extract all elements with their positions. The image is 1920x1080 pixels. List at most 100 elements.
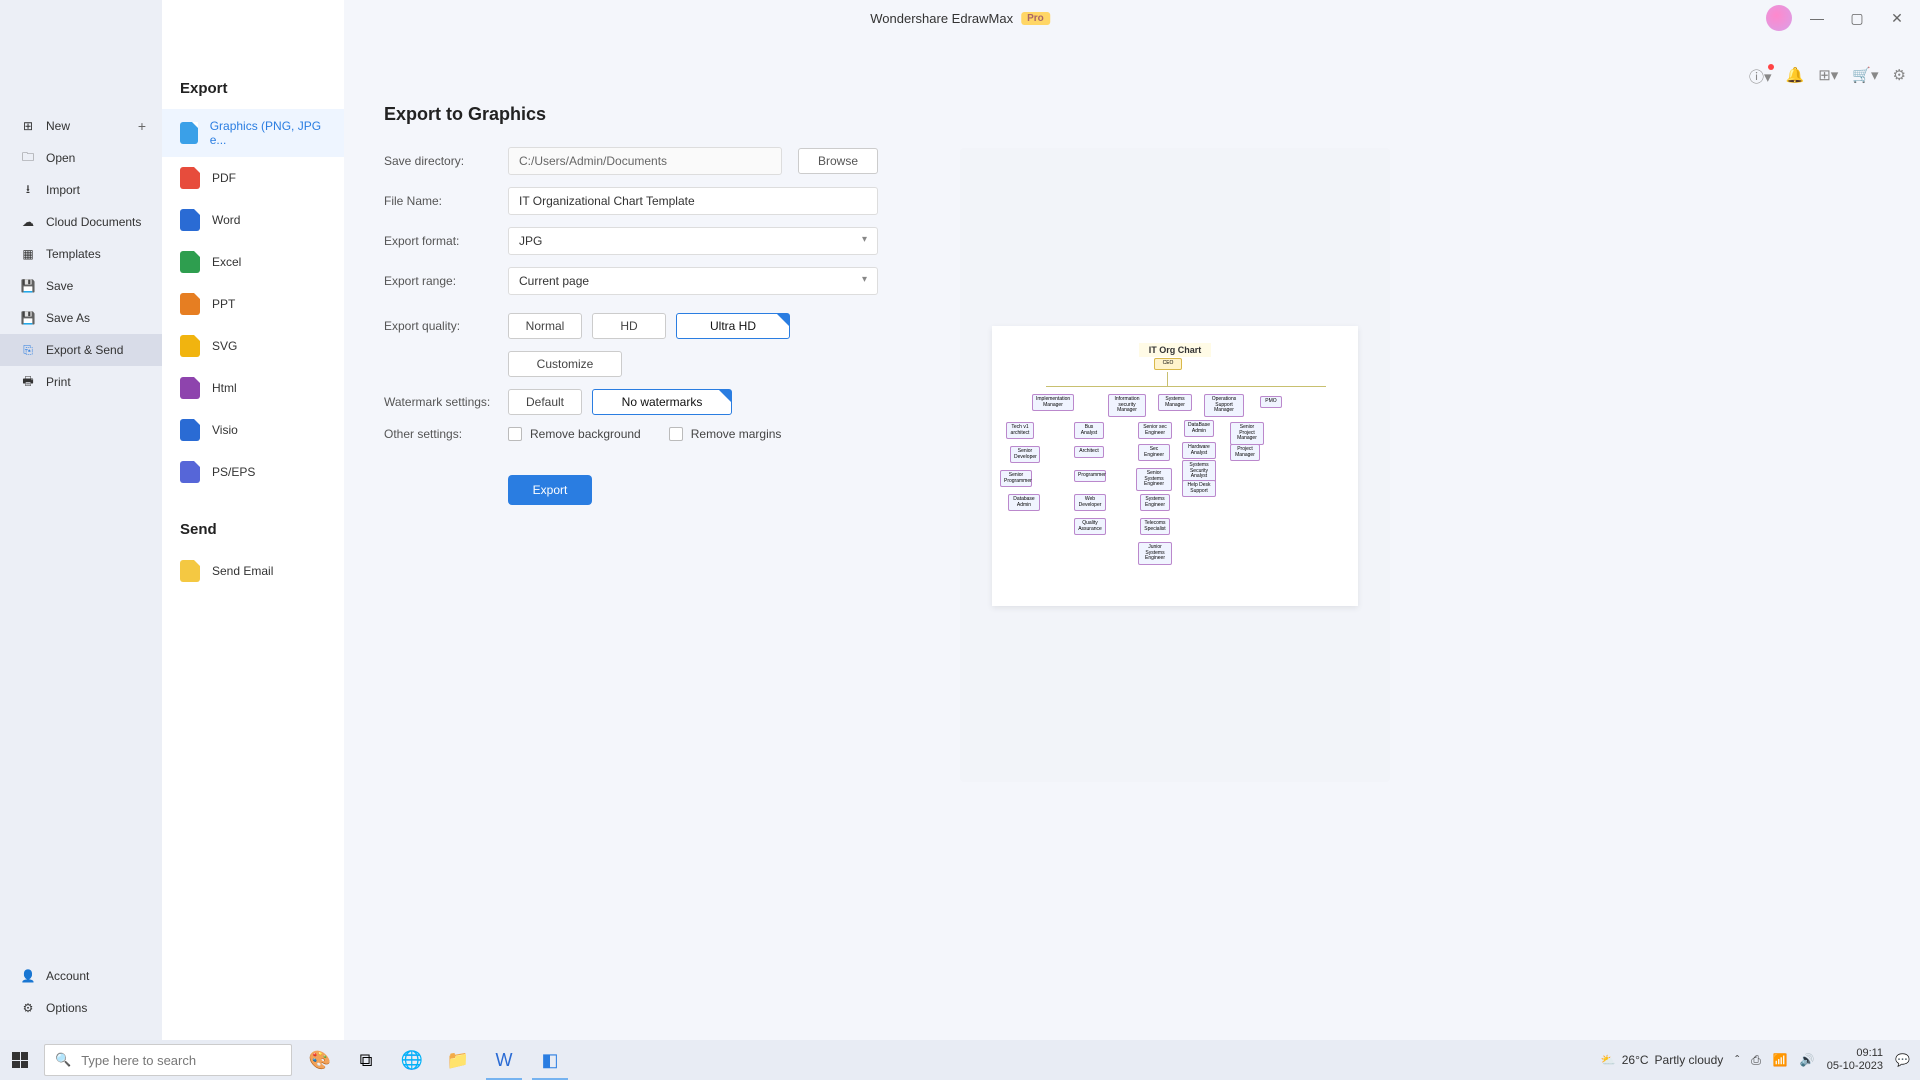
quality-normal[interactable]: Normal xyxy=(508,313,582,339)
volume-icon[interactable]: 🔊 xyxy=(1800,1053,1815,1067)
format-label: PS/EPS xyxy=(212,465,255,479)
label-export-range: Export range: xyxy=(384,274,508,288)
system-tray: ⛅ 26°C Partly cloudy ˆ ⎙ 📶 🔊 09:11 05-10… xyxy=(1601,1047,1910,1073)
visio-file-icon xyxy=(180,419,200,441)
word-icon[interactable]: W xyxy=(482,1040,526,1080)
windows-icon xyxy=(12,1052,28,1068)
explorer-icon[interactable]: 📁 xyxy=(436,1040,480,1080)
checkbox-icon xyxy=(508,427,522,441)
org-node: Hardware Analyst xyxy=(1182,442,1216,459)
format-svg[interactable]: SVG xyxy=(162,325,344,367)
preview-image: IT Org Chart CEO Implementation Manager … xyxy=(992,326,1358,606)
org-node: Database Admin xyxy=(1008,494,1040,511)
notifications-icon[interactable]: 💬 xyxy=(1895,1053,1910,1067)
plus-icon[interactable]: + xyxy=(138,118,146,134)
sidebar-item-options[interactable]: ⚙Options xyxy=(0,992,162,1024)
export-range-select[interactable]: Current page xyxy=(508,267,878,295)
org-node: Sec Engineer xyxy=(1138,444,1170,461)
account-icon: 👤 xyxy=(20,968,36,984)
format-label: Graphics (PNG, JPG e... xyxy=(210,119,326,147)
sidebar-item-open[interactable]: 🗀Open xyxy=(0,142,162,174)
format-ppt[interactable]: PPT xyxy=(162,283,344,325)
org-node: Senior sec Engineer xyxy=(1138,422,1172,439)
send-email[interactable]: Send Email xyxy=(162,550,344,592)
clock-date: 05-10-2023 xyxy=(1827,1060,1883,1073)
send-header: Send xyxy=(162,515,344,550)
cortana-icon[interactable]: 🎨 xyxy=(298,1040,342,1080)
format-word[interactable]: Word xyxy=(162,199,344,241)
sidebar-item-templates[interactable]: ▦Templates xyxy=(0,238,162,270)
checkbox-remove-bg[interactable]: Remove background xyxy=(508,427,641,441)
pdf-file-icon xyxy=(180,167,200,189)
file-name-input[interactable] xyxy=(508,187,878,215)
sidebar-item-label: Export & Send xyxy=(46,343,123,357)
import-icon: ⭳ xyxy=(20,182,36,198)
search-icon: 🔍 xyxy=(55,1052,71,1068)
ppt-file-icon xyxy=(180,293,200,315)
sidebar-item-account[interactable]: 👤Account xyxy=(0,960,162,992)
label-export-format: Export format: xyxy=(384,234,508,248)
sidebar-item-new[interactable]: ⊞New+ xyxy=(0,110,162,142)
export-button[interactable]: Export xyxy=(508,475,592,505)
org-node: Implementation Manager xyxy=(1032,394,1074,411)
edge-icon[interactable]: 🌐 xyxy=(390,1040,434,1080)
chevron-up-icon[interactable]: ˆ xyxy=(1735,1053,1739,1067)
org-node: Quality Assurance xyxy=(1074,518,1106,535)
checkbox-label: Remove background xyxy=(530,427,641,441)
org-node-ceo: CEO xyxy=(1154,358,1182,370)
save-as-icon: 💾 xyxy=(20,310,36,326)
format-html[interactable]: Html xyxy=(162,367,344,409)
sidebar-item-label: Cloud Documents xyxy=(46,215,141,229)
label-file-name: File Name: xyxy=(384,194,508,208)
export-format-select[interactable]: JPG xyxy=(508,227,878,255)
sidebar-item-label: New xyxy=(46,119,70,133)
email-icon xyxy=(180,560,200,582)
quality-hd[interactable]: HD xyxy=(592,313,666,339)
clock[interactable]: 09:11 05-10-2023 xyxy=(1827,1047,1883,1073)
start-button[interactable] xyxy=(0,1040,40,1080)
weather-widget[interactable]: ⛅ 26°C Partly cloudy xyxy=(1601,1053,1723,1067)
select-value: Current page xyxy=(519,274,589,288)
html-file-icon xyxy=(180,377,200,399)
onedrive-icon[interactable]: ⎙ xyxy=(1751,1053,1761,1068)
format-pdf[interactable]: PDF xyxy=(162,157,344,199)
sidebar-item-import[interactable]: ⭳Import xyxy=(0,174,162,206)
sidebar-item-print[interactable]: 🖶Print xyxy=(0,366,162,398)
save-directory-input[interactable] xyxy=(508,147,782,175)
org-node: Operations Support Manager xyxy=(1204,394,1244,417)
format-excel[interactable]: Excel xyxy=(162,241,344,283)
wifi-icon[interactable]: 📶 xyxy=(1773,1053,1788,1067)
org-node: Information security Manager xyxy=(1108,394,1146,417)
sidebar-item-label: Templates xyxy=(46,247,101,261)
edrawmax-icon[interactable]: ◧ xyxy=(528,1040,572,1080)
preview-title: IT Org Chart xyxy=(1139,343,1212,357)
export-header: Export xyxy=(162,74,344,109)
format-label: SVG xyxy=(212,339,237,353)
sidebar-item-cloud[interactable]: ☁Cloud Documents xyxy=(0,206,162,238)
watermark-default[interactable]: Default xyxy=(508,389,582,415)
org-node: Senior Systems Engineer xyxy=(1136,468,1172,491)
sidebar-left: ⊞New+ 🗀Open ⭳Import ☁Cloud Documents ▦Te… xyxy=(0,0,162,1044)
quality-ultra-hd[interactable]: Ultra HD xyxy=(676,313,790,339)
sidebar-item-save[interactable]: 💾Save xyxy=(0,270,162,302)
save-icon: 💾 xyxy=(20,278,36,294)
org-node: Telecoms Specialist xyxy=(1140,518,1170,535)
word-file-icon xyxy=(180,209,200,231)
format-visio[interactable]: Visio xyxy=(162,409,344,451)
org-node: Help Desk Support xyxy=(1182,480,1216,497)
org-node: Tech v1 architect xyxy=(1006,422,1034,439)
customize-button[interactable]: Customize xyxy=(508,351,622,377)
org-node: Senior Project Manager xyxy=(1230,422,1264,445)
search-placeholder: Type here to search xyxy=(81,1053,196,1068)
taskbar-search[interactable]: 🔍 Type here to search xyxy=(44,1044,292,1076)
sidebar-item-saveas[interactable]: 💾Save As xyxy=(0,302,162,334)
format-graphics[interactable]: Graphics (PNG, JPG e... xyxy=(162,109,344,157)
format-pseps[interactable]: PS/EPS xyxy=(162,451,344,493)
taskview-icon[interactable]: ⧉ xyxy=(344,1040,388,1080)
sidebar-item-export-send[interactable]: ⎘Export & Send xyxy=(0,334,162,366)
checkbox-remove-margins[interactable]: Remove margins xyxy=(669,427,782,441)
browse-button[interactable]: Browse xyxy=(798,148,878,174)
org-node: Junior Systems Engineer xyxy=(1138,542,1172,565)
clock-time: 09:11 xyxy=(1827,1047,1883,1060)
watermark-none[interactable]: No watermarks xyxy=(592,389,732,415)
